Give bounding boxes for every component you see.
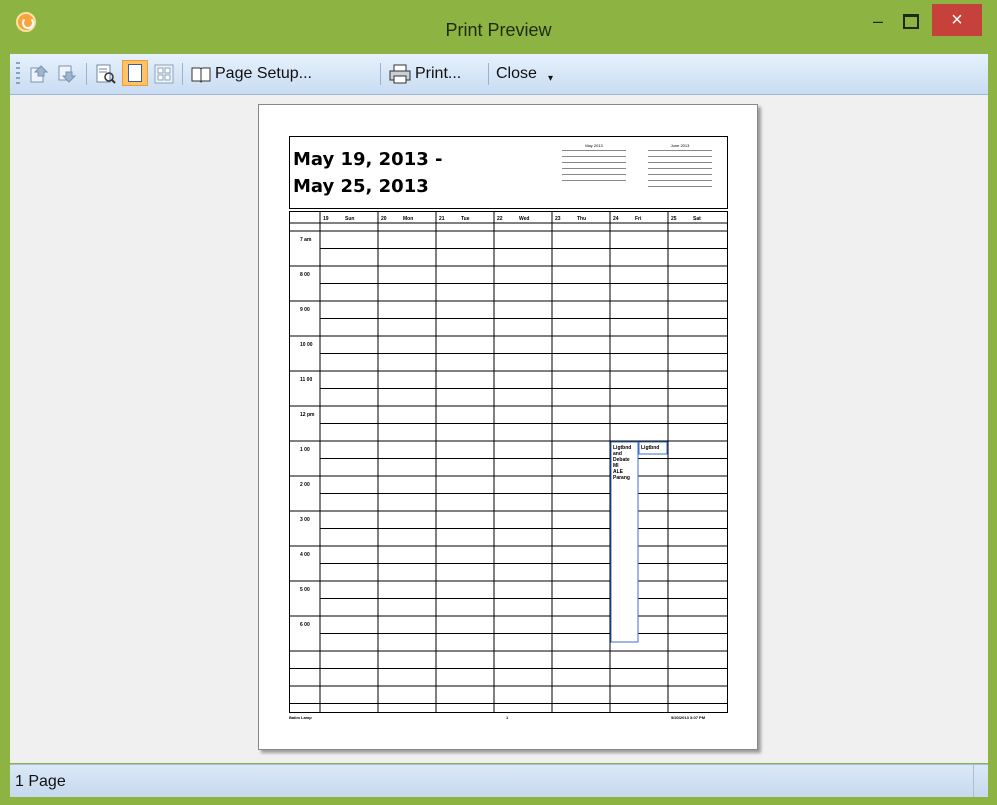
status-separator bbox=[973, 765, 974, 797]
close-window-button[interactable]: × bbox=[932, 4, 982, 36]
day-number: 23 bbox=[555, 216, 561, 222]
page-down-icon bbox=[58, 65, 77, 83]
week-grid: 7 am 8 00 9 00 10 00 11 00 12 pm 1 00 2 00 3 00 4… bbox=[289, 211, 728, 713]
maximize-icon bbox=[903, 13, 919, 29]
hour-label: 11 00 bbox=[300, 377, 312, 383]
day-name: Sun bbox=[345, 216, 354, 222]
toolbar-separator bbox=[86, 63, 87, 85]
day-name: Thu bbox=[577, 216, 586, 222]
one-page-button[interactable] bbox=[122, 59, 148, 87]
day-number: 21 bbox=[439, 216, 445, 222]
hour-label: 8 00 bbox=[300, 272, 310, 278]
hour-label: 5 00 bbox=[300, 587, 310, 593]
footer-left: Balim Lamp bbox=[289, 715, 312, 720]
one-page-icon bbox=[122, 60, 148, 86]
hour-label: 3 00 bbox=[300, 517, 310, 523]
close-label: Close bbox=[496, 65, 537, 82]
hour-label: 6 00 bbox=[300, 622, 310, 628]
date-range-end: May 25, 2013 bbox=[293, 176, 429, 197]
multiple-pages-icon bbox=[154, 64, 174, 84]
toolbar-separator bbox=[488, 63, 489, 85]
day-name: Sat bbox=[693, 216, 701, 222]
day-name: Mon bbox=[403, 216, 413, 222]
window-title: Print Preview bbox=[445, 20, 552, 40]
page-setup-button[interactable]: Page Setup... bbox=[190, 60, 312, 88]
date-range-start: May 19, 2013 - bbox=[293, 149, 443, 170]
hour-label: 4 00 bbox=[300, 552, 310, 558]
hour-label: 10 00 bbox=[300, 342, 313, 348]
toolbar-separator bbox=[182, 63, 183, 85]
mini-calendar-days bbox=[648, 148, 712, 188]
next-page-button[interactable] bbox=[56, 60, 78, 88]
toolbar-separator bbox=[380, 63, 381, 85]
mini-calendar-june: June 2013 bbox=[648, 143, 712, 188]
day-number: 20 bbox=[381, 216, 387, 222]
hour-label: 1 00 bbox=[300, 447, 310, 453]
print-preview-window: Print Preview – × Page Setup... Print...… bbox=[0, 0, 997, 805]
event-text: Ligtbnd bbox=[641, 445, 659, 451]
previous-page-button[interactable] bbox=[28, 60, 50, 88]
actual-size-button[interactable] bbox=[94, 60, 116, 88]
preview-toolbar: Page Setup... Print... Close ▾ bbox=[10, 54, 988, 95]
mini-calendar-days bbox=[562, 148, 626, 182]
preview-page[interactable]: May 19, 2013 - May 25, 2013 May 2013 Jun… bbox=[258, 104, 758, 750]
zoom-page-icon bbox=[96, 64, 116, 84]
footer-page-number: 1 bbox=[506, 715, 509, 720]
print-button[interactable]: Print... bbox=[388, 60, 461, 88]
chevron-down-icon: ▾ bbox=[548, 72, 554, 84]
toolbar-options-button[interactable]: ▾ bbox=[548, 64, 553, 92]
day-number: 25 bbox=[671, 216, 677, 222]
toolbar-grip[interactable] bbox=[16, 62, 20, 86]
print-label: Print... bbox=[415, 65, 462, 82]
day-name: Wed bbox=[519, 216, 529, 222]
book-icon bbox=[191, 67, 211, 83]
hour-label: 7 am bbox=[300, 237, 312, 243]
day-name: Fri bbox=[635, 216, 642, 222]
hour-label: 2 00 bbox=[300, 482, 310, 488]
multiple-pages-button[interactable] bbox=[153, 60, 175, 88]
hour-label: 12 pm bbox=[300, 412, 315, 418]
hour-label: 9 00 bbox=[300, 307, 310, 313]
maximize-button[interactable] bbox=[891, 6, 931, 36]
footer-timestamp: 5/20/2013 3:07 PM bbox=[671, 715, 706, 720]
day-name: Tue bbox=[461, 216, 470, 222]
page-setup-label: Page Setup... bbox=[215, 65, 312, 82]
calendar-header: May 19, 2013 - May 25, 2013 May 2013 Jun… bbox=[289, 136, 728, 209]
page-up-icon bbox=[30, 65, 49, 83]
title-bar[interactable]: Print Preview – × bbox=[0, 0, 997, 54]
mini-calendar-may: May 2013 bbox=[562, 143, 626, 182]
day-number: 24 bbox=[613, 216, 619, 222]
page-count: 1 Page bbox=[15, 773, 66, 790]
close-preview-button[interactable]: Close bbox=[496, 60, 537, 88]
date-range: May 19, 2013 - May 25, 2013 bbox=[293, 146, 443, 200]
event-text: Parang bbox=[613, 475, 630, 481]
status-bar: 1 Page bbox=[10, 764, 988, 797]
day-number: 22 bbox=[497, 216, 503, 222]
day-number: 19 bbox=[323, 216, 329, 222]
printer-icon bbox=[389, 64, 411, 84]
